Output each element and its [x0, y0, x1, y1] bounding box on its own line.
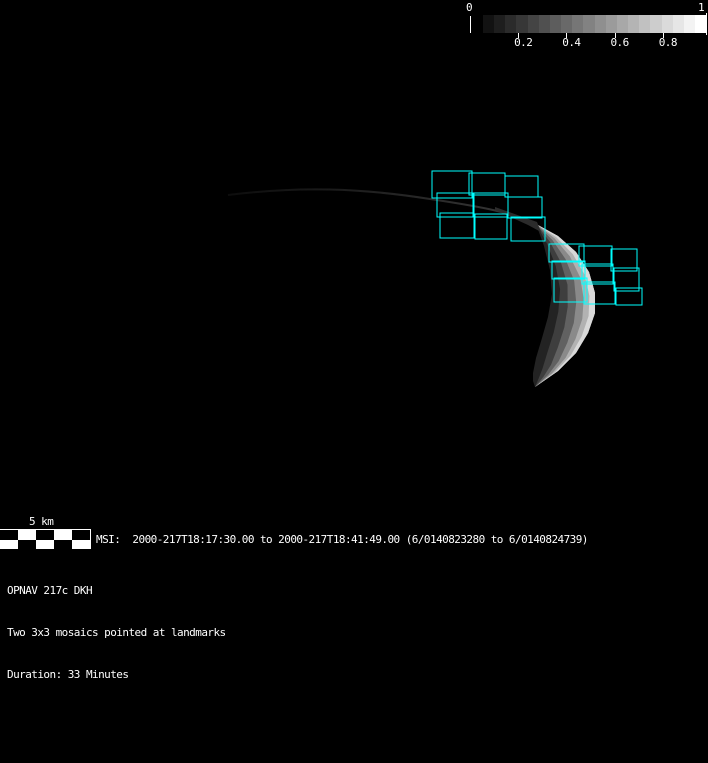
colorbar-tick-label: 0.2	[514, 36, 532, 49]
colorbar-tick-label: 0.8	[659, 36, 677, 49]
colorbar-step	[505, 15, 516, 33]
info-block: OPNAV 217c DKH Two 3x3 mosaics pointed a…	[7, 556, 226, 696]
mosaic-footprint	[505, 176, 538, 197]
colorbar-step	[606, 15, 617, 33]
colorbar-max-tick	[706, 13, 707, 35]
asteroid-limb-wedge	[495, 207, 541, 232]
colorbar-step	[628, 15, 639, 33]
scale-bar-label: 5 km	[29, 515, 53, 528]
colorbar-step	[684, 15, 695, 33]
colorbar: 0 1 0.2 0.4 0.6 0.8	[0, 0, 708, 55]
asteroid-render-view	[0, 0, 708, 515]
colorbar-step	[494, 15, 505, 33]
colorbar-step	[673, 15, 684, 33]
colorbar-step	[516, 15, 527, 33]
scale-bar-segment	[36, 540, 54, 549]
colorbar-max-label: 1	[698, 1, 704, 14]
sequence-description: Two 3x3 mosaics pointed at landmarks	[7, 626, 226, 640]
colorbar-step	[550, 15, 561, 33]
sequence-duration: Duration: 33 Minutes	[7, 668, 226, 682]
status-line: MSI: 2000-217T18:17:30.00 to 2000-217T18…	[96, 533, 588, 546]
sequence-title: OPNAV 217c DKH	[7, 584, 226, 598]
mosaic-footprint	[469, 173, 505, 195]
colorbar-step	[572, 15, 583, 33]
colorbar-tick-label: 0.6	[610, 36, 628, 49]
colorbar-min-tick	[470, 16, 471, 33]
scale-bar-segment	[0, 540, 18, 549]
scale-bar-segment	[0, 530, 18, 540]
colorbar-step	[595, 15, 606, 33]
colorbar-step	[583, 15, 594, 33]
scale-bar-segment	[54, 540, 72, 549]
colorbar-step	[662, 15, 673, 33]
scale-bar-segment	[36, 530, 54, 540]
scale-bar-segment	[54, 530, 72, 540]
mosaic-footprint	[432, 171, 472, 198]
colorbar-min-label: 0	[466, 1, 472, 14]
colorbar-tick-label: 0.4	[562, 36, 580, 49]
colorbar-step	[561, 15, 572, 33]
scale-bar-segment	[18, 540, 36, 549]
mosaic-overlays	[432, 171, 642, 305]
colorbar-step	[617, 15, 628, 33]
colorbar-step	[639, 15, 650, 33]
asteroid-crescent	[533, 224, 595, 387]
colorbar-gradient	[483, 15, 706, 33]
scale-bar-checker	[0, 529, 91, 549]
mosaic-1	[432, 171, 545, 241]
scale-bar-segment	[72, 540, 90, 549]
scale-bar-segment	[18, 530, 36, 540]
mosaic-footprint	[475, 214, 507, 239]
colorbar-step	[528, 15, 539, 33]
scale-bar-segment	[72, 530, 90, 540]
colorbar-step	[650, 15, 661, 33]
colorbar-step	[539, 15, 550, 33]
colorbar-step	[695, 15, 706, 33]
colorbar-step	[483, 15, 494, 33]
